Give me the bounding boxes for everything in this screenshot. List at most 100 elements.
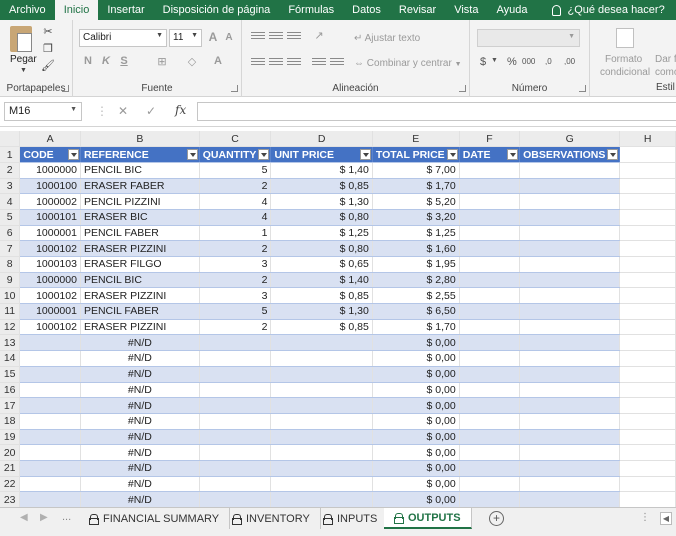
paste-dropdown-icon[interactable]: ▼ xyxy=(20,67,27,74)
total-price-cell[interactable]: $ 5,20 xyxy=(372,193,460,210)
row-header[interactable]: 16 xyxy=(0,382,21,399)
date-cell[interactable] xyxy=(459,272,521,289)
row-header[interactable]: 11 xyxy=(0,303,21,320)
code-cell[interactable]: 1000102 xyxy=(19,287,81,305)
number-launcher-icon[interactable] xyxy=(579,85,586,92)
date-cell[interactable] xyxy=(459,491,521,507)
unit-price-cell[interactable] xyxy=(270,334,373,352)
column-header[interactable]: G xyxy=(519,131,621,148)
increase-decimals-button[interactable]: ,0 xyxy=(545,57,552,66)
enter-icon[interactable]: ✓ xyxy=(146,104,156,118)
observations-cell[interactable] xyxy=(519,319,621,336)
observations-cell[interactable] xyxy=(519,178,621,195)
code-cell[interactable] xyxy=(19,350,81,367)
row-header[interactable]: 19 xyxy=(0,429,21,446)
row-header[interactable]: 13 xyxy=(0,334,21,352)
observations-cell[interactable] xyxy=(519,256,621,273)
filter-dropdown-icon[interactable] xyxy=(446,149,458,161)
conditional-format-label-2[interactable]: condicional xyxy=(600,67,650,78)
unit-price-cell[interactable] xyxy=(270,491,373,507)
quantity-cell[interactable] xyxy=(199,382,272,399)
table-header-cell[interactable]: QUANTITY xyxy=(199,146,272,163)
sheet-tab-financial-summary[interactable]: FINANCIAL SUMMARY xyxy=(79,508,231,529)
quantity-cell[interactable] xyxy=(199,444,272,461)
reference-cell[interactable]: ERASER FABER xyxy=(80,178,200,195)
total-price-cell[interactable]: $ 3,20 xyxy=(372,209,460,226)
row-header[interactable]: 21 xyxy=(0,460,21,477)
reference-cell[interactable]: #N/D xyxy=(80,429,200,446)
shrink-font-button[interactable]: A xyxy=(222,32,236,43)
observations-cell[interactable] xyxy=(519,382,621,399)
total-price-cell[interactable]: $ 0,00 xyxy=(372,444,460,461)
total-price-cell[interactable]: $ 0,00 xyxy=(372,429,460,446)
observations-cell[interactable] xyxy=(519,287,621,305)
quantity-cell[interactable] xyxy=(199,334,272,352)
empty-cell[interactable] xyxy=(619,162,676,179)
date-cell[interactable] xyxy=(459,303,521,320)
empty-cell[interactable] xyxy=(619,240,676,257)
row-header[interactable]: 10 xyxy=(0,287,21,305)
unit-price-cell[interactable]: $ 0,85 xyxy=(270,287,373,305)
unit-price-cell[interactable] xyxy=(270,366,373,383)
menu-datos[interactable]: Datos xyxy=(343,0,390,20)
unit-price-cell[interactable] xyxy=(270,460,373,477)
quantity-cell[interactable]: 4 xyxy=(199,193,272,210)
number-format-select[interactable]: ▼ xyxy=(477,29,580,47)
thousands-button[interactable]: 000 xyxy=(522,57,535,66)
empty-cell[interactable] xyxy=(619,444,676,461)
align-right-icon[interactable] xyxy=(287,58,301,68)
quantity-cell[interactable] xyxy=(199,366,272,383)
more-options-icon[interactable]: ⋮ xyxy=(96,104,108,118)
scroll-tabs-left-icon[interactable]: ◀ xyxy=(20,512,28,523)
empty-cell[interactable] xyxy=(619,272,676,289)
total-price-cell[interactable]: $ 0,00 xyxy=(372,366,460,383)
date-cell[interactable] xyxy=(459,366,521,383)
unit-price-cell[interactable]: $ 1,25 xyxy=(270,225,373,242)
quantity-cell[interactable] xyxy=(199,350,272,367)
scroll-tabs-right-icon[interactable]: ▶ xyxy=(40,512,48,523)
format-as-table-label-1[interactable]: Dar f xyxy=(655,54,676,65)
filter-dropdown-icon[interactable] xyxy=(186,149,198,161)
reference-cell[interactable]: ERASER PIZZINI xyxy=(80,319,200,336)
total-price-cell[interactable]: $ 0,00 xyxy=(372,382,460,399)
name-box[interactable]: M16 ▼ xyxy=(4,102,82,121)
code-cell[interactable] xyxy=(19,476,81,493)
date-cell[interactable] xyxy=(459,460,521,477)
menu-revisar[interactable]: Revisar xyxy=(390,0,445,20)
observations-cell[interactable] xyxy=(519,444,621,461)
quantity-cell[interactable] xyxy=(199,429,272,446)
font-color-button[interactable]: A xyxy=(211,55,225,67)
observations-cell[interactable] xyxy=(519,460,621,477)
code-cell[interactable] xyxy=(19,413,81,430)
scroll-left-icon[interactable]: ◀ xyxy=(660,512,672,525)
code-cell[interactable] xyxy=(19,382,81,399)
reference-cell[interactable]: PENCIL FABER xyxy=(80,225,200,242)
more-tabs-icon[interactable]: ... xyxy=(62,511,71,523)
total-price-cell[interactable]: $ 0,00 xyxy=(372,334,460,352)
code-cell[interactable] xyxy=(19,460,81,477)
cut-icon[interactable]: ✂ xyxy=(41,25,55,39)
unit-price-cell[interactable]: $ 1,40 xyxy=(270,162,373,179)
unit-price-cell[interactable] xyxy=(270,476,373,493)
quantity-cell[interactable]: 3 xyxy=(199,287,272,305)
total-price-cell[interactable]: $ 0,00 xyxy=(372,413,460,430)
row-header[interactable]: 1 xyxy=(0,146,21,163)
date-cell[interactable] xyxy=(459,193,521,210)
table-header-cell[interactable]: TOTAL PRICE xyxy=(372,146,460,163)
reference-cell[interactable]: #N/D xyxy=(80,366,200,383)
empty-cell[interactable] xyxy=(619,256,676,273)
total-price-cell[interactable]: $ 0,00 xyxy=(372,491,460,507)
date-cell[interactable] xyxy=(459,178,521,195)
date-cell[interactable] xyxy=(459,162,521,179)
code-cell[interactable] xyxy=(19,397,81,414)
reference-cell[interactable]: PENCIL BIC xyxy=(80,162,200,179)
table-header-cell[interactable]: CODE xyxy=(19,146,81,163)
quantity-cell[interactable] xyxy=(199,476,272,493)
row-header[interactable]: 4 xyxy=(0,193,21,210)
date-cell[interactable] xyxy=(459,240,521,257)
italic-button[interactable]: K xyxy=(99,55,113,67)
font-launcher-icon[interactable] xyxy=(231,85,238,92)
empty-cell[interactable] xyxy=(619,460,676,477)
column-header[interactable]: D xyxy=(270,131,373,148)
menu-formulas[interactable]: Fórmulas xyxy=(279,0,343,20)
